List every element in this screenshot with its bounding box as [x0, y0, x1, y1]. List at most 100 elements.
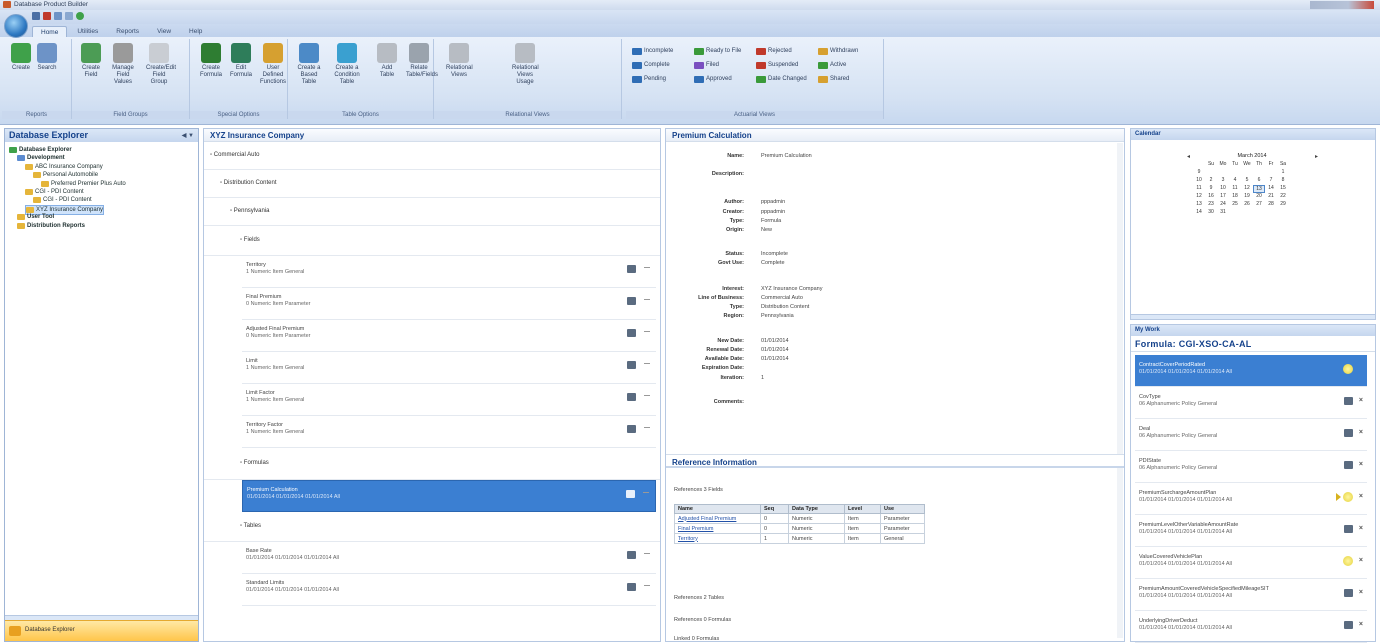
references-label[interactable]: References 2 Tables [674, 595, 724, 601]
status-filter-button[interactable]: Shared [818, 75, 849, 84]
status-filter-button[interactable]: Complete [632, 61, 670, 70]
refresh-icon[interactable] [76, 12, 84, 20]
undo-icon[interactable] [65, 12, 73, 20]
calendar-day[interactable]: 20 [1253, 193, 1265, 201]
calendar-day[interactable]: 17 [1217, 193, 1229, 201]
work-item[interactable]: Deal 06 Alphanumeric Policy General × [1135, 419, 1367, 451]
collapse-icon[interactable] [644, 427, 650, 428]
tree-section[interactable]: ▫ Commercial Auto [204, 142, 660, 170]
database-icon[interactable] [627, 361, 636, 369]
work-item[interactable]: PremiumAmountCoveredVehicleSpecifiedMile… [1135, 579, 1367, 611]
calendar-day[interactable]: 29 [1277, 201, 1289, 209]
tree-item[interactable]: Territory Factor 1 Numeric Item General [242, 416, 656, 448]
calendar-day[interactable]: 22 [1277, 193, 1289, 201]
column-header[interactable]: Name [674, 504, 761, 514]
tree-item[interactable]: Limit Factor 1 Numeric Item General [242, 384, 656, 416]
tree-item[interactable]: Territory 1 Numeric Item General [242, 256, 656, 288]
database-icon[interactable] [1344, 461, 1353, 469]
status-filter-button[interactable]: Active [818, 61, 846, 70]
ribbon-button[interactable]: Create a Based Table [296, 43, 322, 86]
calendar-day[interactable]: 16 [1205, 193, 1217, 201]
ribbon-button[interactable]: Manage Field Values [110, 43, 136, 86]
database-icon[interactable] [627, 297, 636, 305]
pin-icon[interactable]: ◀ ▼ [182, 132, 194, 139]
ribbon-button[interactable]: Relate Table/Fields [406, 43, 438, 79]
arrow-icon[interactable] [1336, 493, 1341, 501]
work-item[interactable]: ValueCoveredVehiclePlan 01/01/2014 01/01/… [1135, 547, 1367, 579]
detail-scrollbar[interactable] [1117, 143, 1123, 638]
calendar-day[interactable]: 4 [1229, 177, 1241, 185]
column-header[interactable]: Level [844, 504, 881, 514]
calendar-day[interactable]: 25 [1229, 201, 1241, 209]
tree-node[interactable]: Distribution Reports [17, 222, 85, 230]
tree-section[interactable]: ▫ Pennsylvania [204, 198, 660, 226]
ribbon-button[interactable]: Edit Formula [228, 43, 254, 79]
calendar-day[interactable]: 27 [1253, 201, 1265, 209]
work-item[interactable]: UnderlyingDriverDeduct 01/01/2014 01/01/2… [1135, 611, 1367, 643]
close-icon[interactable]: × [1359, 621, 1363, 628]
ribbon-button[interactable]: Search [34, 43, 60, 72]
database-icon[interactable] [627, 583, 636, 591]
calendar-day[interactable]: 11 [1229, 185, 1241, 193]
new-icon[interactable] [32, 12, 40, 20]
tab-view[interactable]: View [149, 26, 179, 37]
tree-item[interactable]: Standard Limits 01/01/2014 01/01/2014 01/… [242, 574, 656, 606]
tree-node[interactable]: CGI - PDI Content [25, 188, 84, 196]
calendar-day[interactable]: 26 [1241, 201, 1253, 209]
tree-item[interactable]: Limit 1 Numeric Item General [242, 352, 656, 384]
close-icon[interactable]: × [1359, 493, 1363, 500]
work-item[interactable]: ContractCoverPeriodRated 01/01/2014 01/01… [1135, 355, 1367, 387]
collapse-icon[interactable] [644, 363, 650, 364]
window-controls[interactable] [1310, 1, 1374, 9]
database-icon[interactable] [1344, 525, 1353, 533]
reference-link[interactable]: Territory [674, 533, 761, 544]
tab-home[interactable]: Home [32, 26, 68, 37]
ribbon-button[interactable]: User Defined Functions [260, 43, 286, 86]
application-menu-button[interactable] [4, 14, 28, 38]
collapse-icon[interactable] [644, 331, 650, 332]
tab-reports[interactable]: Reports [108, 26, 147, 37]
reference-link[interactable]: Final Premium [674, 523, 761, 534]
work-item[interactable]: PremiumSurchargeAmountPlan 01/01/2014 01/… [1135, 483, 1367, 515]
status-filter-button[interactable]: Suspended [756, 61, 798, 70]
work-item[interactable]: PremiumLevelOtherVariableAmountRate 01/01… [1135, 515, 1367, 547]
collapse-icon[interactable] [644, 585, 650, 586]
calendar-day[interactable]: 15 [1277, 185, 1289, 193]
ribbon-button[interactable]: Create a Condition Table [334, 43, 360, 86]
tree-node[interactable]: CGI - PDI Content [33, 196, 92, 204]
tree-item[interactable]: Base Rate 01/01/2014 01/01/2014 01/01/201… [242, 542, 656, 574]
calendar-splitter[interactable] [1131, 314, 1375, 319]
tree-section[interactable]: ▫ Distribution Content [204, 170, 660, 198]
ribbon-button[interactable]: Create Field [78, 43, 104, 79]
close-icon[interactable]: × [1359, 461, 1363, 468]
calendar-day[interactable]: 6 [1253, 177, 1265, 185]
save-icon[interactable] [54, 12, 62, 20]
calendar-day[interactable]: 24 [1217, 201, 1229, 209]
tree-item[interactable]: Adjusted Final Premium 0 Numeric Item Par… [242, 320, 656, 352]
database-icon[interactable] [1344, 429, 1353, 437]
ribbon-button[interactable]: Relational Views Usage [512, 43, 539, 86]
calendar-day[interactable]: 10 [1217, 185, 1229, 193]
ribbon-button[interactable]: Relational Views [446, 43, 473, 79]
calendar-day[interactable]: 8 [1277, 177, 1289, 185]
tree-node[interactable]: Database Explorer [9, 146, 72, 154]
work-item[interactable]: PDIState 06 Alphanumeric Policy General × [1135, 451, 1367, 483]
ribbon-button[interactable]: Create/Edit Field Group [146, 43, 176, 86]
close-icon[interactable]: × [1359, 397, 1363, 404]
delete-icon[interactable] [43, 12, 51, 20]
close-icon[interactable]: × [1359, 589, 1363, 596]
status-filter-button[interactable]: Withdrawn [818, 47, 858, 56]
status-filter-button[interactable]: Approved [694, 75, 732, 84]
lightbulb-icon[interactable] [1343, 364, 1353, 374]
column-header[interactable]: Seq [760, 504, 789, 514]
calendar-day[interactable]: 9 [1205, 185, 1217, 193]
tree-item[interactable]: Premium Calculation 01/01/2014 01/01/2014… [242, 480, 656, 512]
calendar-day[interactable]: 28 [1265, 201, 1277, 209]
calendar-day[interactable]: 30 [1205, 209, 1217, 217]
database-icon[interactable] [627, 393, 636, 401]
calendar-day[interactable]: 23 [1205, 201, 1217, 209]
calendar-day[interactable]: 13 [1253, 185, 1265, 193]
database-icon[interactable] [627, 425, 636, 433]
tree-item[interactable]: Final Premium 0 Numeric Item Parameter [242, 288, 656, 320]
database-icon[interactable] [627, 265, 636, 273]
